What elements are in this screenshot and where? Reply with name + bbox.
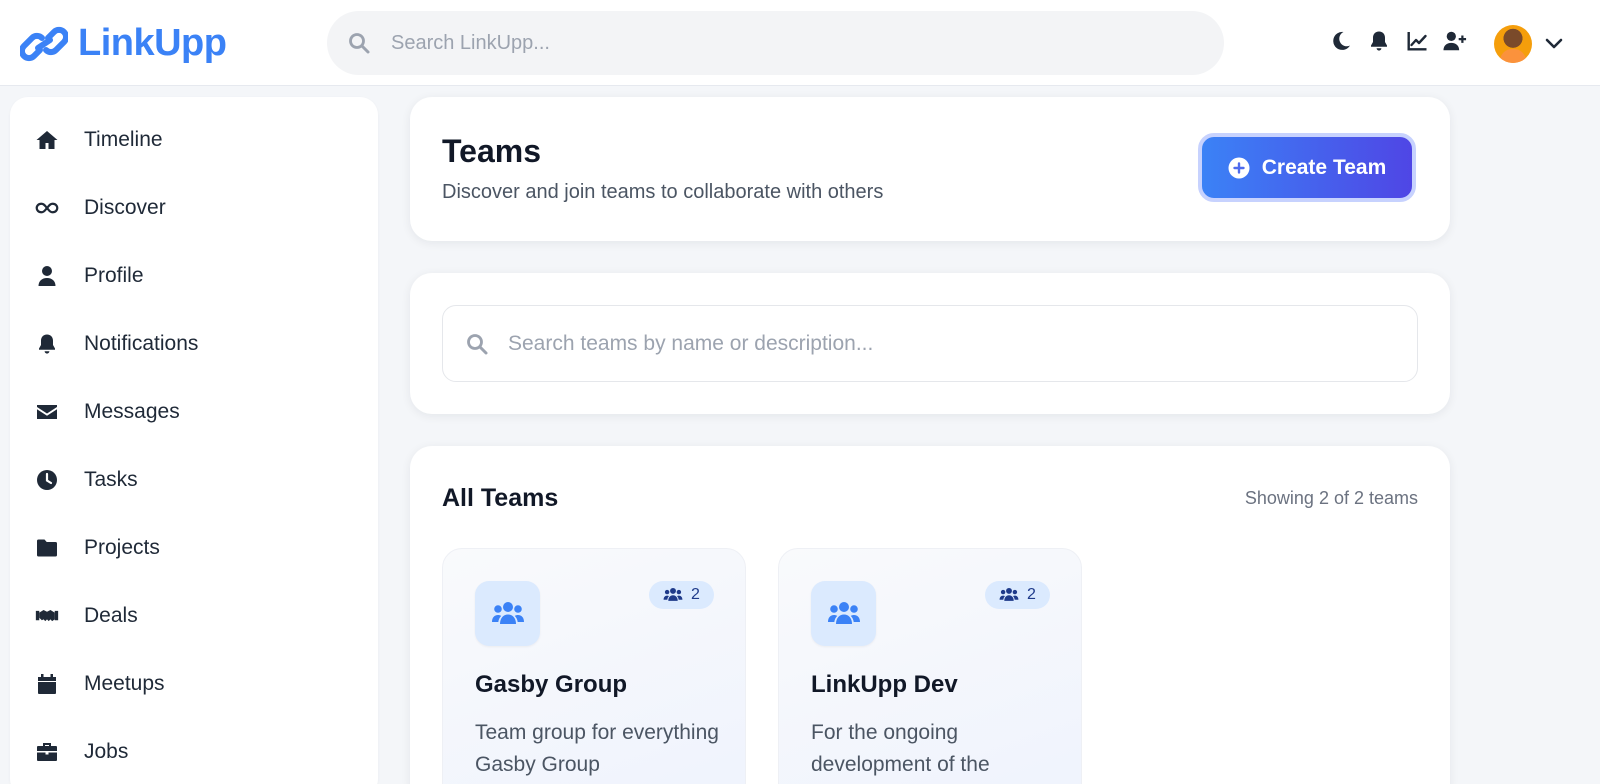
users-icon [999,587,1019,601]
briefcase-icon [32,737,62,767]
infinity-icon [32,193,62,223]
clock-icon [32,465,62,495]
bell-icon[interactable] [1364,26,1394,56]
page-title: Teams [442,133,542,169]
user-icon [32,261,62,291]
sidebar-item-label: Deals [84,604,138,627]
sidebar-item-tasks[interactable]: Tasks [10,450,378,510]
logo[interactable]: LinkUpp [20,22,227,65]
sidebar-item-messages[interactable]: Messages [10,382,378,442]
team-description: For the ongoing development of the [811,721,990,776]
create-team-label: Create Team [1261,155,1387,179]
home-icon [32,125,62,155]
team-name: LinkUpp Dev [811,671,958,698]
logo-text: LinkUpp [78,22,227,64]
header-actions [1326,26,1478,56]
team-card[interactable]: 2 LinkUpp Dev For the ongoing developmen… [778,548,1082,784]
section-title: All Teams [442,484,559,512]
sidebar-item-label: Timeline [84,128,163,151]
sidebar-item-label: Meetups [84,672,165,695]
sidebar-item-label: Profile [84,264,144,287]
avatar[interactable] [1494,25,1532,63]
chevron-down-icon[interactable] [1543,32,1565,54]
sidebar-item-timeline[interactable]: Timeline [10,110,378,170]
create-team-button[interactable]: Create Team [1198,133,1416,202]
bell-icon [32,329,62,359]
sidebar-item-label: Messages [84,400,180,423]
sidebar-item-profile[interactable]: Profile [10,246,378,306]
envelope-icon [32,397,62,427]
sidebar-item-projects[interactable]: Projects [10,518,378,578]
top-bar: LinkUpp [0,0,1600,86]
link-icon [20,26,68,61]
users-icon [491,601,524,624]
global-search [327,11,1224,75]
moon-icon[interactable] [1326,26,1356,56]
sidebar-item-label: Jobs [84,740,129,763]
sidebar-item-label: Notifications [84,332,199,355]
folder-icon [32,533,62,563]
page-subtitle: Discover and join teams to collaborate w… [442,181,884,203]
team-avatar [811,581,876,646]
member-count-badge: 2 [985,581,1050,609]
sidebar-item-discover[interactable]: Discover [10,178,378,238]
search-icon [467,334,488,355]
member-count: 2 [691,586,700,603]
sidebar-item-label: Discover [84,196,166,219]
member-count: 2 [1027,586,1036,603]
teams-count: Showing 2 of 2 teams [1244,488,1418,508]
chart-line-icon[interactable] [1402,26,1432,56]
team-search [442,305,1418,382]
team-avatar [475,581,540,646]
sidebar: Timeline Discover Profile Notifications … [10,97,378,784]
sidebar-item-jobs[interactable]: Jobs [10,722,378,782]
member-count-badge: 2 [649,581,714,609]
team-search-card [410,273,1450,414]
sidebar-item-label: Projects [84,536,160,559]
search-icon [349,33,370,54]
user-plus-icon[interactable] [1440,26,1470,56]
sidebar-item-meetups[interactable]: Meetups [10,654,378,714]
calendar-icon [32,669,62,699]
team-search-input[interactable] [443,306,1417,381]
teams-header-card: Teams Discover and join teams to collabo… [410,97,1450,241]
sidebar-item-deals[interactable]: Deals [10,586,378,646]
users-icon [827,601,860,624]
team-card[interactable]: 2 Gasby Group Team group for everything … [442,548,746,784]
handshake-icon [32,601,62,631]
plus-circle-icon [1228,157,1250,178]
sidebar-item-notifications[interactable]: Notifications [10,314,378,374]
team-description: Team group for everything Gasby Group [475,721,719,776]
users-icon [663,587,683,601]
sidebar-item-label: Tasks [84,468,138,491]
global-search-input[interactable] [327,11,1224,75]
team-name: Gasby Group [475,671,628,698]
all-teams-card: All Teams Showing 2 of 2 teams 2 Gasby G… [410,446,1450,784]
